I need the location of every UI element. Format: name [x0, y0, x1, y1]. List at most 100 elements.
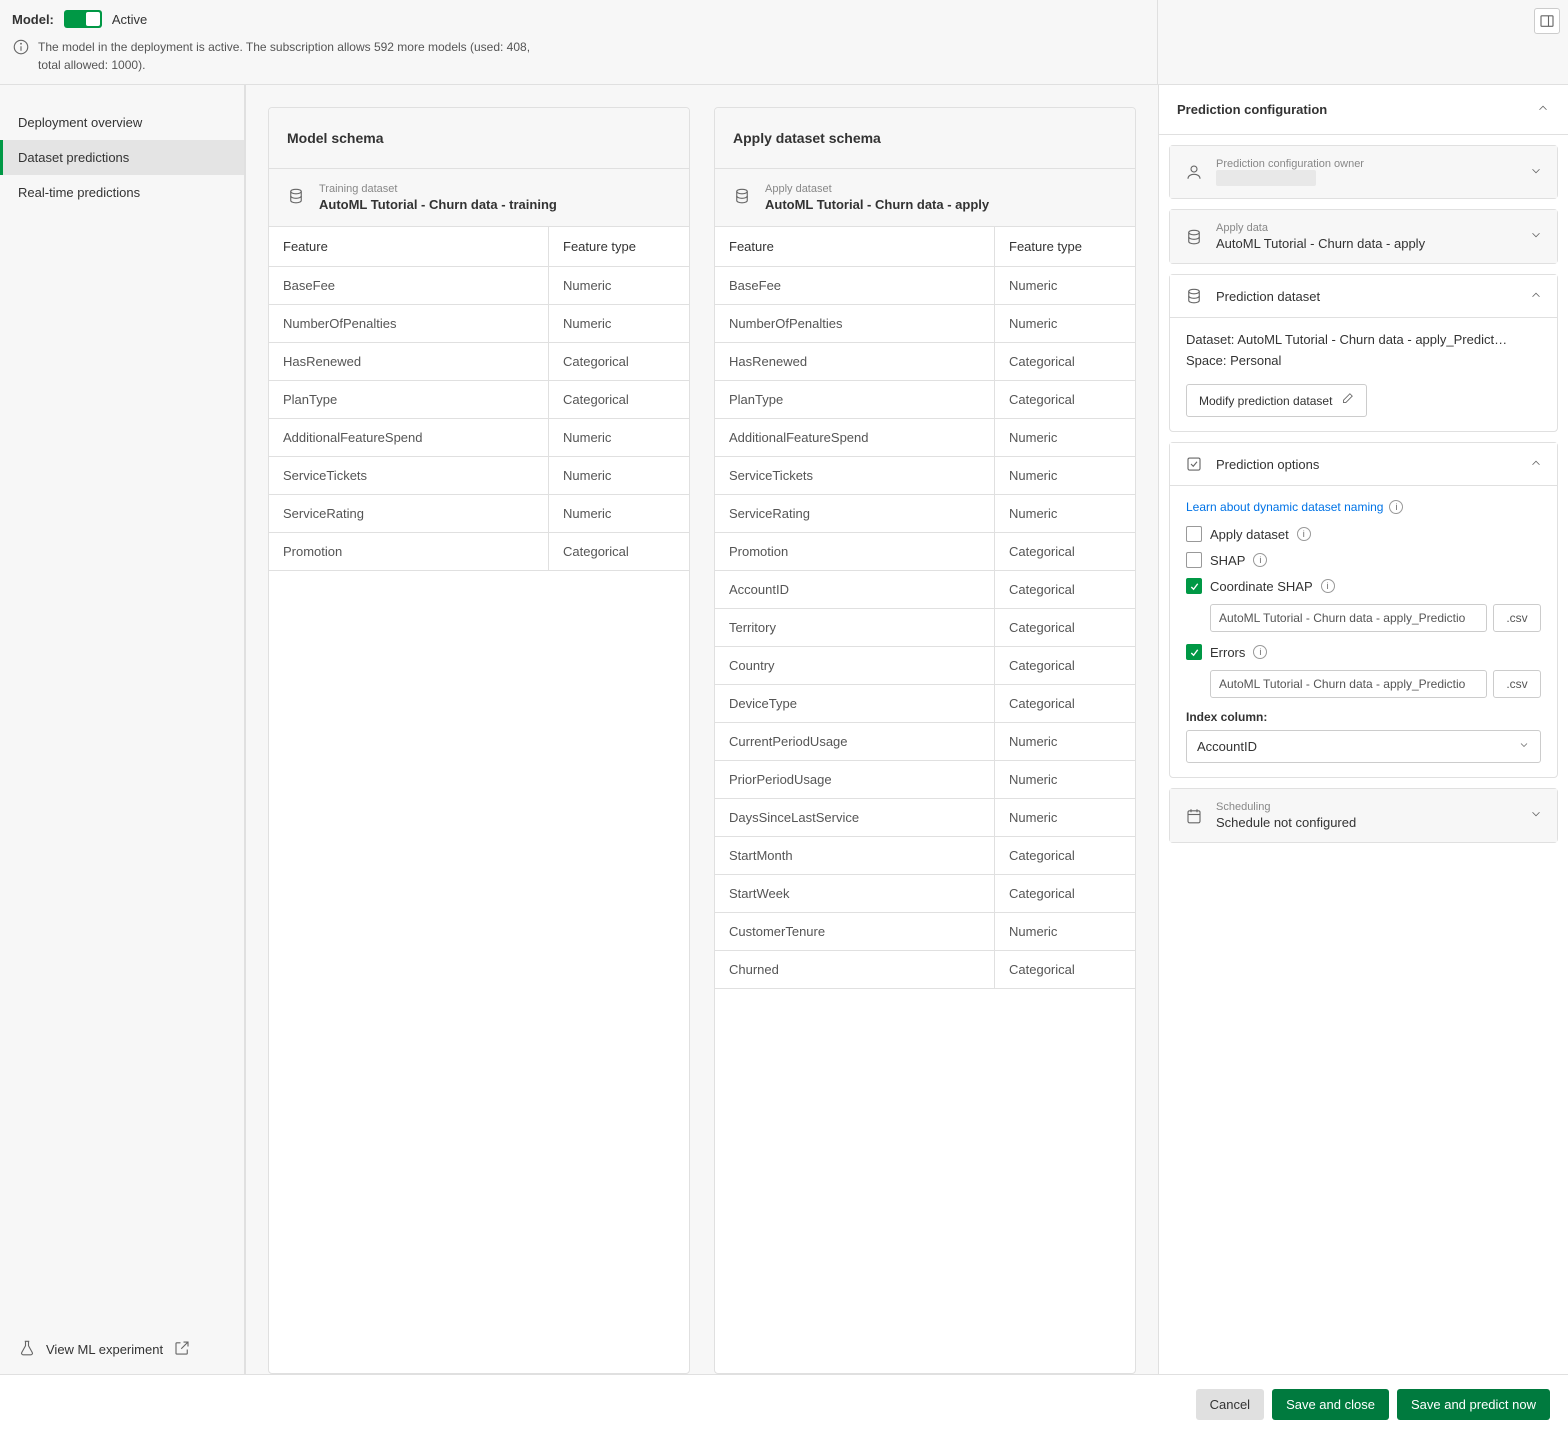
feature-cell: HasRenewed — [715, 343, 995, 380]
model-schema-panel: Model schema Training dataset AutoML Tut… — [268, 107, 690, 1374]
prediction-dataset-title: Prediction dataset — [1216, 289, 1517, 304]
user-icon — [1184, 163, 1204, 181]
apply-dataset-name: AutoML Tutorial - Churn data - apply — [765, 197, 989, 212]
feature-cell: Promotion — [715, 533, 995, 570]
shap-checkbox[interactable] — [1186, 552, 1202, 568]
database-icon — [1184, 287, 1204, 305]
learn-dynamic-naming-link[interactable]: Learn about dynamic dataset naming i — [1186, 500, 1541, 514]
index-column-select[interactable]: AccountID — [1186, 730, 1541, 763]
type-cell: Numeric — [549, 419, 689, 456]
errors-input[interactable]: AutoML Tutorial - Churn data - apply_Pre… — [1210, 670, 1487, 698]
feature-cell: ServiceRating — [715, 495, 995, 532]
type-cell: Numeric — [549, 305, 689, 342]
chevron-up-icon — [1529, 456, 1543, 473]
type-cell: Categorical — [995, 647, 1135, 684]
type-cell: Categorical — [995, 533, 1135, 570]
prediction-options-title: Prediction options — [1216, 457, 1517, 472]
prediction-config-panel: Prediction configuration Prediction conf… — [1158, 85, 1568, 1374]
table-row: AdditionalFeatureSpendNumeric — [715, 419, 1135, 457]
table-row: DeviceTypeCategorical — [715, 685, 1135, 723]
feature-cell: ServiceTickets — [715, 457, 995, 494]
model-label: Model: — [12, 12, 54, 27]
type-cell: Categorical — [995, 875, 1135, 912]
type-cell: Categorical — [995, 609, 1135, 646]
feature-cell: NumberOfPenalties — [715, 305, 995, 342]
type-cell: Numeric — [995, 723, 1135, 760]
chevron-down-icon — [1518, 739, 1530, 754]
info-icon: i — [1253, 553, 1267, 567]
feature-cell: AdditionalFeatureSpend — [715, 419, 995, 456]
apply-data-value: AutoML Tutorial - Churn data - apply — [1216, 236, 1517, 251]
type-cell: Numeric — [995, 761, 1135, 798]
apply-data-section-header[interactable]: Apply data AutoML Tutorial - Churn data … — [1170, 210, 1557, 263]
coord-shap-opt-label: Coordinate SHAP — [1210, 579, 1313, 594]
database-icon — [733, 187, 751, 208]
info-icon: i — [1321, 579, 1335, 593]
feature-cell: ServiceRating — [269, 495, 549, 532]
chevron-down-icon — [1529, 164, 1543, 181]
info-icon: i — [1389, 500, 1403, 514]
prediction-config-title: Prediction configuration — [1177, 102, 1327, 117]
open-external-icon — [173, 1339, 191, 1360]
sidebar-item-dataset-predictions[interactable]: Dataset predictions — [0, 140, 244, 175]
info-icon — [12, 38, 30, 59]
type-cell: Numeric — [549, 457, 689, 494]
training-dataset-label: Training dataset — [319, 183, 557, 195]
cancel-button[interactable]: Cancel — [1196, 1389, 1264, 1420]
table-row: PriorPeriodUsageNumeric — [715, 761, 1135, 799]
scheduling-section-header[interactable]: Scheduling Schedule not configured — [1170, 789, 1557, 842]
space-value: Personal — [1230, 353, 1281, 368]
apply-schema-title: Apply dataset schema — [715, 108, 1135, 169]
feature-cell: AccountID — [715, 571, 995, 608]
view-ml-experiment-link[interactable]: View ML experiment — [0, 1325, 244, 1374]
panel-toggle-button[interactable] — [1534, 8, 1560, 34]
table-row: ServiceTicketsNumeric — [269, 457, 689, 495]
feature-cell: Churned — [715, 951, 995, 988]
owner-section-header[interactable]: Prediction configuration owner — [1170, 146, 1557, 198]
feature-cell: StartMonth — [715, 837, 995, 874]
prediction-dataset-header[interactable]: Prediction dataset — [1170, 275, 1557, 317]
type-cell: Categorical — [995, 381, 1135, 418]
feature-cell: CurrentPeriodUsage — [715, 723, 995, 760]
scheduling-label: Scheduling — [1216, 801, 1517, 813]
sidebar-item-deployment-overview[interactable]: Deployment overview — [0, 105, 244, 140]
coord-shap-input[interactable]: AutoML Tutorial - Churn data - apply_Pre… — [1210, 604, 1487, 632]
apply-dataset-checkbox[interactable] — [1186, 526, 1202, 542]
csv-ext: .csv — [1493, 604, 1541, 632]
table-row: PromotionCategorical — [715, 533, 1135, 571]
type-cell: Numeric — [995, 267, 1135, 304]
coord-shap-checkbox[interactable] — [1186, 578, 1202, 594]
type-cell: Numeric — [549, 267, 689, 304]
feature-cell: BaseFee — [715, 267, 995, 304]
table-row: NumberOfPenaltiesNumeric — [715, 305, 1135, 343]
modify-prediction-dataset-button[interactable]: Modify prediction dataset — [1186, 384, 1367, 417]
model-active-text: Active — [112, 12, 147, 27]
table-row: CustomerTenureNumeric — [715, 913, 1135, 951]
chevron-down-icon — [1529, 228, 1543, 245]
save-and-close-button[interactable]: Save and close — [1272, 1389, 1389, 1420]
model-status-row: Model: Active — [12, 10, 1145, 28]
feature-cell: Territory — [715, 609, 995, 646]
model-active-toggle[interactable] — [64, 10, 102, 28]
chevron-up-icon[interactable] — [1536, 101, 1550, 118]
apply-schema-panel: Apply dataset schema Apply dataset AutoM… — [714, 107, 1136, 1374]
type-cell: Numeric — [995, 913, 1135, 950]
feature-cell: Promotion — [269, 533, 549, 570]
options-icon — [1184, 455, 1204, 473]
table-row: BaseFeeNumeric — [269, 267, 689, 305]
save-and-predict-button[interactable]: Save and predict now — [1397, 1389, 1550, 1420]
feature-cell: HasRenewed — [269, 343, 549, 380]
flask-icon — [18, 1339, 36, 1360]
feature-cell: StartWeek — [715, 875, 995, 912]
apply-data-label: Apply data — [1216, 222, 1517, 234]
type-cell: Categorical — [995, 343, 1135, 380]
table-row: PromotionCategorical — [269, 533, 689, 571]
prediction-options-header[interactable]: Prediction options — [1170, 443, 1557, 485]
footer-actions: Cancel Save and close Save and predict n… — [0, 1374, 1568, 1434]
owner-value-redacted — [1216, 170, 1316, 186]
table-row: BaseFeeNumeric — [715, 267, 1135, 305]
table-row: NumberOfPenaltiesNumeric — [269, 305, 689, 343]
errors-checkbox[interactable] — [1186, 644, 1202, 660]
chevron-down-icon — [1529, 807, 1543, 824]
sidebar-item-real-time-predictions[interactable]: Real-time predictions — [0, 175, 244, 210]
